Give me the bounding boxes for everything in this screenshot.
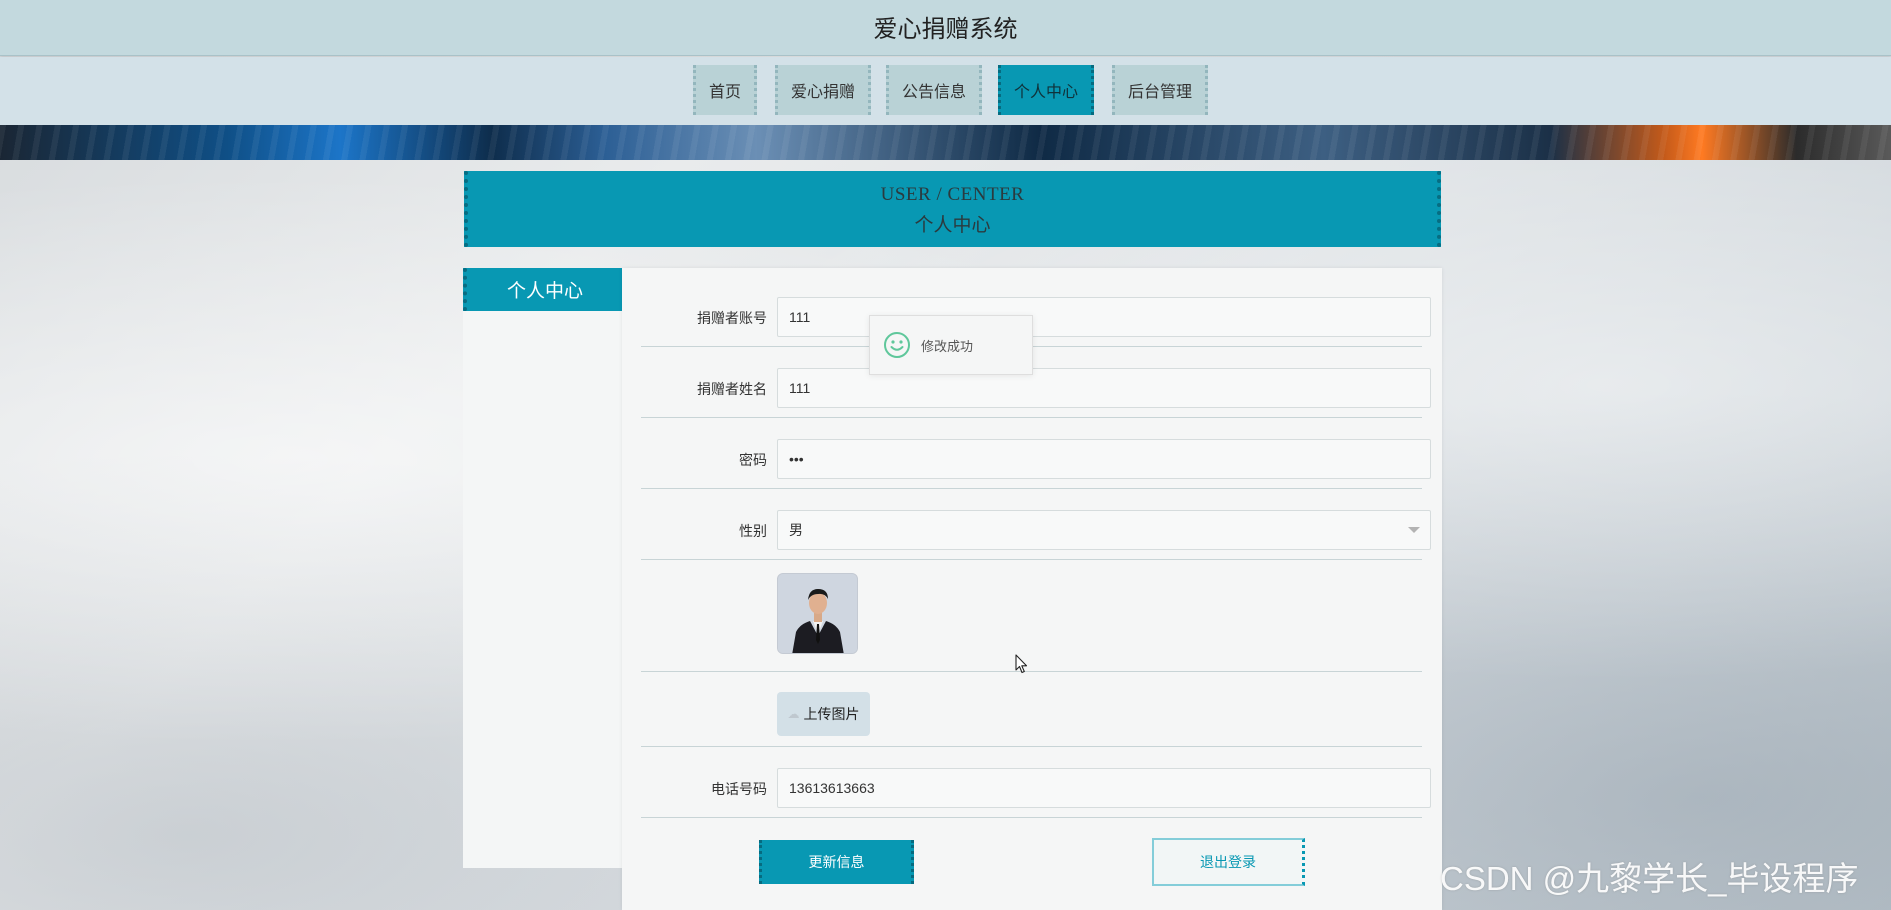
- sidebar-tab-personal-center[interactable]: 个人中心: [463, 268, 623, 311]
- gender-select[interactable]: 男: [777, 510, 1431, 550]
- success-toast: 修改成功: [869, 315, 1033, 375]
- password-input[interactable]: [777, 439, 1431, 479]
- banner-overlay: [0, 125, 1891, 160]
- toast-message: 修改成功: [921, 338, 974, 354]
- form-row-avatar: [641, 560, 1422, 672]
- phone-label: 电话号码: [711, 781, 767, 797]
- nav-item-personal-center[interactable]: 个人中心: [998, 65, 1094, 115]
- mouse-cursor-icon: [1015, 654, 1028, 674]
- phone-input[interactable]: [777, 768, 1431, 808]
- gender-selected-value: 男: [789, 522, 803, 538]
- account-label: 捐赠者账号: [697, 310, 767, 326]
- main-nav: 首页 爱心捐赠 公告信息 个人中心 后台管理: [0, 57, 1891, 125]
- site-title: 爱心捐赠系统: [873, 16, 1018, 43]
- section-title-cn: 个人中心: [914, 215, 991, 236]
- form-row-phone: 电话号码: [641, 747, 1431, 818]
- section-title-en: USER / CENTER: [880, 184, 1025, 205]
- smile-icon: [884, 332, 910, 358]
- sidebar: 个人中心: [463, 268, 623, 868]
- form-row-upload: ☁ 上传图片: [641, 672, 1422, 747]
- chevron-down-icon: [1408, 527, 1420, 533]
- form-row-password: 密码: [641, 418, 1431, 489]
- avatar-image: [777, 573, 858, 654]
- nav-item-donation[interactable]: 爱心捐赠: [775, 65, 871, 115]
- gender-label: 性别: [739, 523, 767, 539]
- nav-item-announcements[interactable]: 公告信息: [886, 65, 982, 115]
- cloud-upload-icon: ☁: [787, 707, 800, 721]
- password-label: 密码: [739, 452, 767, 468]
- upload-image-button[interactable]: ☁ 上传图片: [777, 692, 870, 736]
- update-info-button[interactable]: 更新信息: [759, 840, 914, 884]
- nav-item-home[interactable]: 首页: [693, 65, 757, 115]
- form-row-gender: 性别 男: [641, 489, 1431, 560]
- upload-button-label: 上传图片: [803, 706, 860, 722]
- top-header: 爱心捐赠系统: [0, 0, 1891, 56]
- name-label: 捐赠者姓名: [697, 381, 767, 397]
- logout-button[interactable]: 退出登录: [1152, 838, 1305, 886]
- watermark-text: CSDN @九黎学长_毕设程序: [1440, 860, 1859, 897]
- section-header: USER / CENTER 个人中心: [464, 171, 1441, 247]
- nav-item-admin[interactable]: 后台管理: [1112, 65, 1208, 115]
